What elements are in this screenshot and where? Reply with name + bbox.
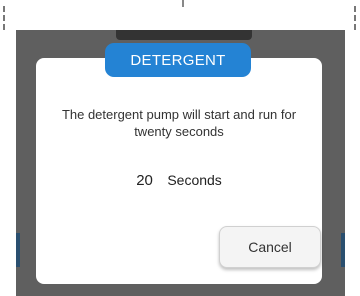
- background-left-element: [16, 233, 20, 267]
- countdown-unit: Seconds: [167, 172, 222, 188]
- countdown: 20 Seconds: [36, 172, 322, 190]
- right-guide-line: [354, 6, 358, 30]
- countdown-value: 20: [136, 172, 153, 189]
- screenshot-frame: DETERGENT The detergent pump will start …: [0, 0, 360, 296]
- dialog-message: The detergent pump will start and run fo…: [61, 107, 297, 139]
- cancel-button[interactable]: Cancel: [219, 226, 321, 268]
- left-guide-line: [3, 6, 7, 30]
- top-marker: [182, 0, 184, 7]
- background-right-element: [341, 233, 345, 267]
- app-screen-overlay: DETERGENT The detergent pump will start …: [16, 30, 345, 296]
- background-top-bar: [116, 30, 252, 40]
- detergent-dialog: DETERGENT The detergent pump will start …: [36, 43, 322, 284]
- dialog-title: DETERGENT: [105, 43, 251, 77]
